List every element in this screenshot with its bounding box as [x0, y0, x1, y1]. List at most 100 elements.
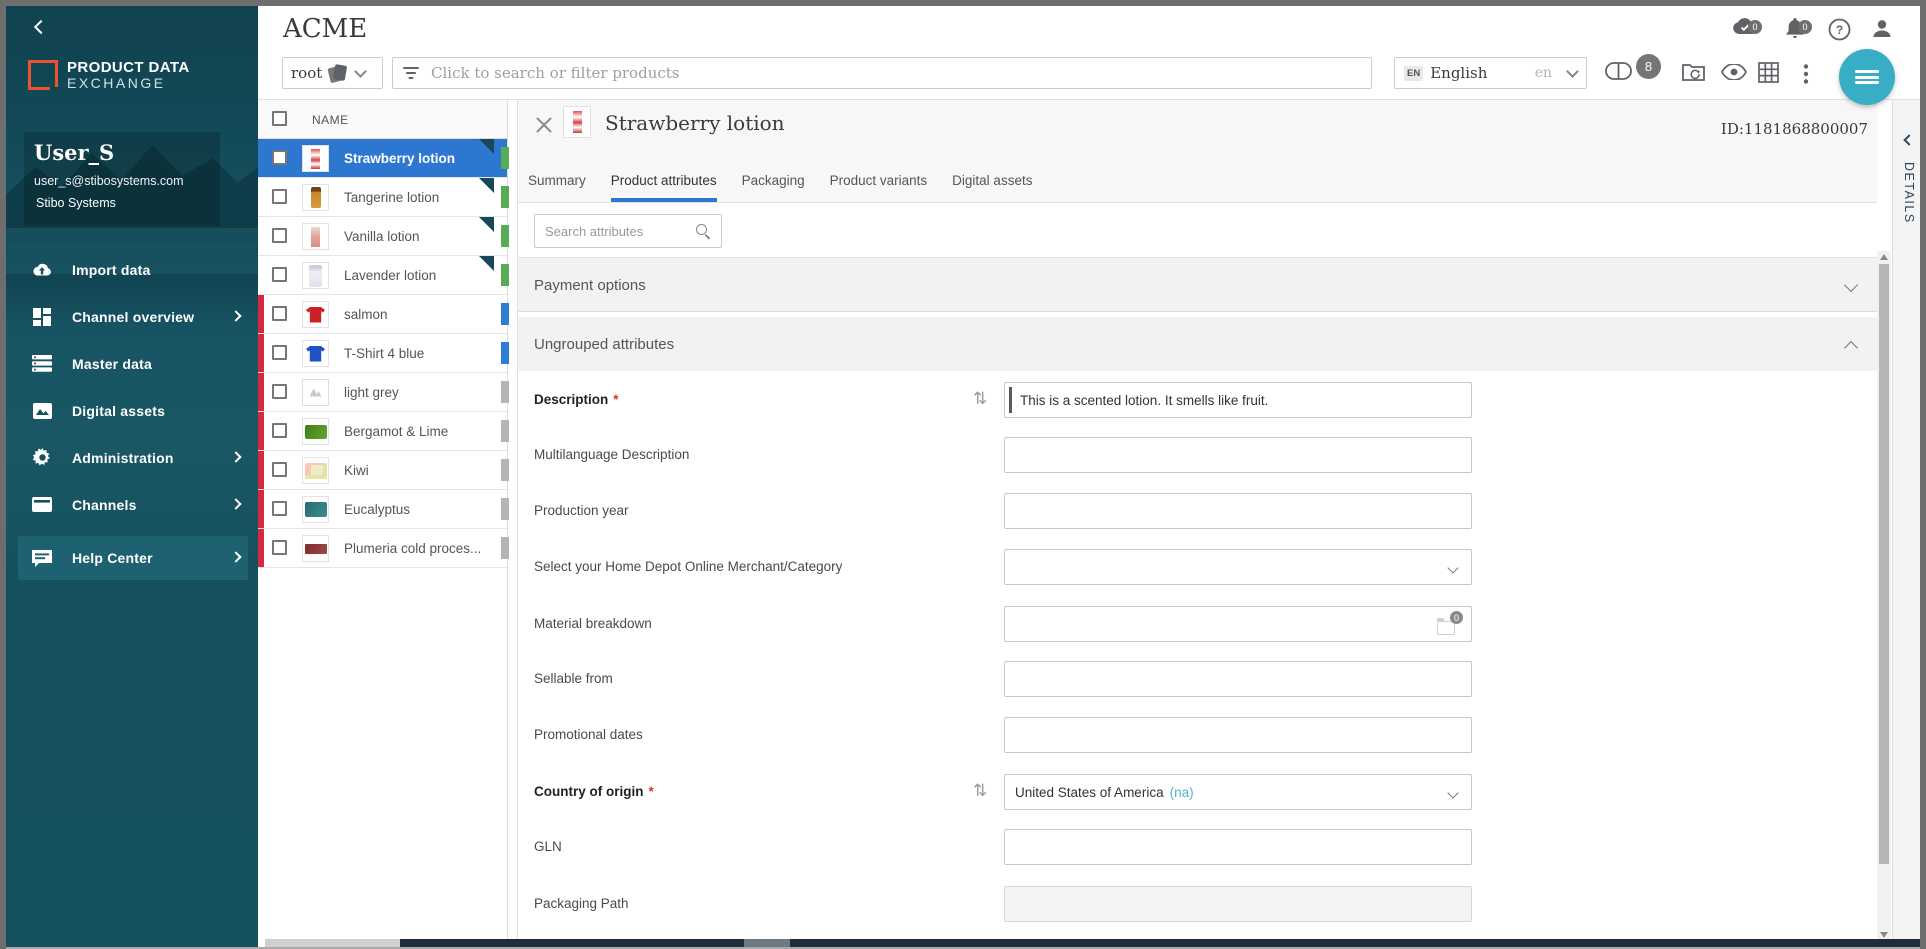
selected-count-badge[interactable]: 8 [1636, 54, 1661, 79]
table-row[interactable]: Tangerine lotion [258, 178, 507, 217]
sidebar-item-import-data[interactable]: Import data [18, 246, 248, 293]
logo-line1: PRODUCT DATA [67, 60, 190, 76]
table-row[interactable]: T-Shirt 4 blue [258, 334, 507, 373]
section-payment-options[interactable]: Payment options [518, 258, 1878, 312]
production-year-input[interactable] [1004, 493, 1472, 529]
hscrollbar-track[interactable] [790, 939, 1922, 947]
table-row[interactable]: Plumeria cold proces... [258, 529, 507, 568]
table-row[interactable]: Kiwi [258, 451, 507, 490]
scrollbar-thumb[interactable] [1879, 264, 1889, 864]
sync-status-icon[interactable]: 0 [1731, 16, 1757, 42]
product-thumbnail [302, 262, 329, 289]
table-row[interactable]: Vanilla lotion [258, 217, 507, 256]
user-organization: Stibo Systems [36, 196, 210, 210]
attribute-search [534, 214, 722, 248]
main-menu-fab-button[interactable] [1839, 49, 1895, 105]
attribute-search-input[interactable] [545, 224, 695, 239]
status-badge [501, 303, 509, 325]
sidebar-item-digital-assets[interactable]: Digital assets [18, 387, 248, 434]
tab-product-variants[interactable]: Product variants [830, 173, 928, 202]
row-checkbox[interactable] [272, 384, 287, 399]
folder-icon[interactable]: 0 [1437, 613, 1463, 637]
select-all-checkbox[interactable] [272, 111, 287, 126]
home-depot-category-select[interactable] [1004, 549, 1472, 585]
promotional-dates-input[interactable] [1004, 717, 1472, 753]
status-badge [501, 498, 509, 520]
user-name: User_S [34, 140, 210, 165]
material-breakdown-input[interactable]: 0 [1004, 606, 1472, 642]
close-icon[interactable] [533, 114, 555, 136]
folder-sync-icon[interactable] [1682, 61, 1708, 87]
hscrollbar-track[interactable] [400, 939, 744, 947]
error-indicator-bar [258, 295, 264, 333]
scroll-up-arrow[interactable] [1880, 254, 1888, 260]
row-checkbox[interactable] [272, 462, 287, 477]
row-checkbox[interactable] [272, 423, 287, 438]
table-row[interactable]: Strawberry lotion [258, 139, 507, 178]
country-of-origin-select[interactable]: United States of America (na) [1004, 774, 1472, 810]
details-side-tab[interactable]: DETAILS [1892, 100, 1926, 947]
product-search-input[interactable] [431, 64, 1361, 82]
name-column-header: NAME [312, 113, 349, 127]
collapse-sidebar-button[interactable] [30, 18, 48, 36]
error-indicator-bar [258, 412, 264, 450]
notifications-bell-icon[interactable]: 0 [1784, 16, 1810, 42]
table-row[interactable]: light grey [258, 373, 507, 412]
chevron-right-icon [230, 310, 241, 321]
row-checkbox[interactable] [272, 501, 287, 516]
row-checkbox[interactable] [272, 189, 287, 204]
product-thumbnail [302, 496, 329, 523]
tab-digital-assets[interactable]: Digital assets [952, 173, 1032, 202]
grid-icon [32, 307, 52, 327]
error-indicator-bar [258, 529, 264, 567]
product-list-header: NAME [258, 100, 507, 139]
tab-packaging[interactable]: Packaging [742, 173, 805, 202]
toggle-view-icon[interactable] [1605, 62, 1631, 88]
table-row[interactable]: Bergamot & Lime [258, 412, 507, 451]
tab-product-attributes[interactable]: Product attributes [611, 173, 717, 202]
help-icon[interactable]: ? [1828, 18, 1854, 44]
chevron-down-icon [354, 65, 367, 78]
sidebar-item-channels[interactable]: Channels [18, 481, 248, 528]
row-checkbox[interactable] [272, 345, 287, 360]
product-thumbnail [563, 106, 591, 138]
status-badge [501, 537, 509, 559]
table-view-icon[interactable] [1758, 62, 1784, 88]
multilanguage-description-input[interactable] [1004, 437, 1472, 473]
row-checkbox[interactable] [272, 540, 287, 555]
more-options-kebab-icon[interactable] [1803, 64, 1829, 90]
bottom-scrollbar-area [6, 939, 1926, 949]
user-profile-icon[interactable] [1871, 18, 1897, 44]
chevron-down-icon [1447, 562, 1458, 573]
table-row[interactable]: salmon [258, 295, 507, 334]
context-selector[interactable]: root [282, 57, 383, 89]
detail-hscrollbar-thumb[interactable] [744, 939, 790, 947]
language-selector[interactable]: EN English en [1394, 57, 1587, 89]
table-hscrollbar-thumb[interactable] [265, 939, 400, 947]
field-row-material-breakdown: Material breakdown 0 [518, 606, 1878, 642]
sidebar: PRODUCT DATA EXCHANGE User_S user_s@stib… [6, 6, 258, 949]
description-input[interactable]: This is a scented lotion. It smells like… [1004, 382, 1472, 418]
table-row[interactable]: Lavender lotion [258, 256, 507, 295]
vertical-scrollbar[interactable] [1877, 251, 1891, 941]
sidebar-item-channel-overview[interactable]: Channel overview [18, 293, 248, 340]
svg-text:?: ? [1836, 23, 1843, 37]
database-icon [32, 354, 52, 374]
text-caret [1009, 387, 1012, 413]
sidebar-item-administration[interactable]: Administration [18, 434, 248, 481]
section-ungrouped-attributes[interactable]: Ungrouped attributes [518, 317, 1878, 371]
tab-summary[interactable]: Summary [528, 173, 586, 202]
row-checkbox[interactable] [272, 150, 287, 165]
account-title: ACME [283, 14, 367, 44]
scroll-down-arrow[interactable] [1880, 932, 1888, 938]
sidebar-item-master-data[interactable]: Master data [18, 340, 248, 387]
row-checkbox[interactable] [272, 228, 287, 243]
row-checkbox[interactable] [272, 267, 287, 282]
row-checkbox[interactable] [272, 306, 287, 321]
table-row[interactable]: Eucalyptus [258, 490, 507, 529]
gln-input[interactable] [1004, 829, 1472, 865]
sidebar-item-help-center[interactable]: Help Center [18, 536, 248, 580]
product-thumbnail [302, 223, 329, 250]
sellable-from-input[interactable] [1004, 661, 1472, 697]
preview-eye-icon[interactable] [1721, 64, 1747, 90]
